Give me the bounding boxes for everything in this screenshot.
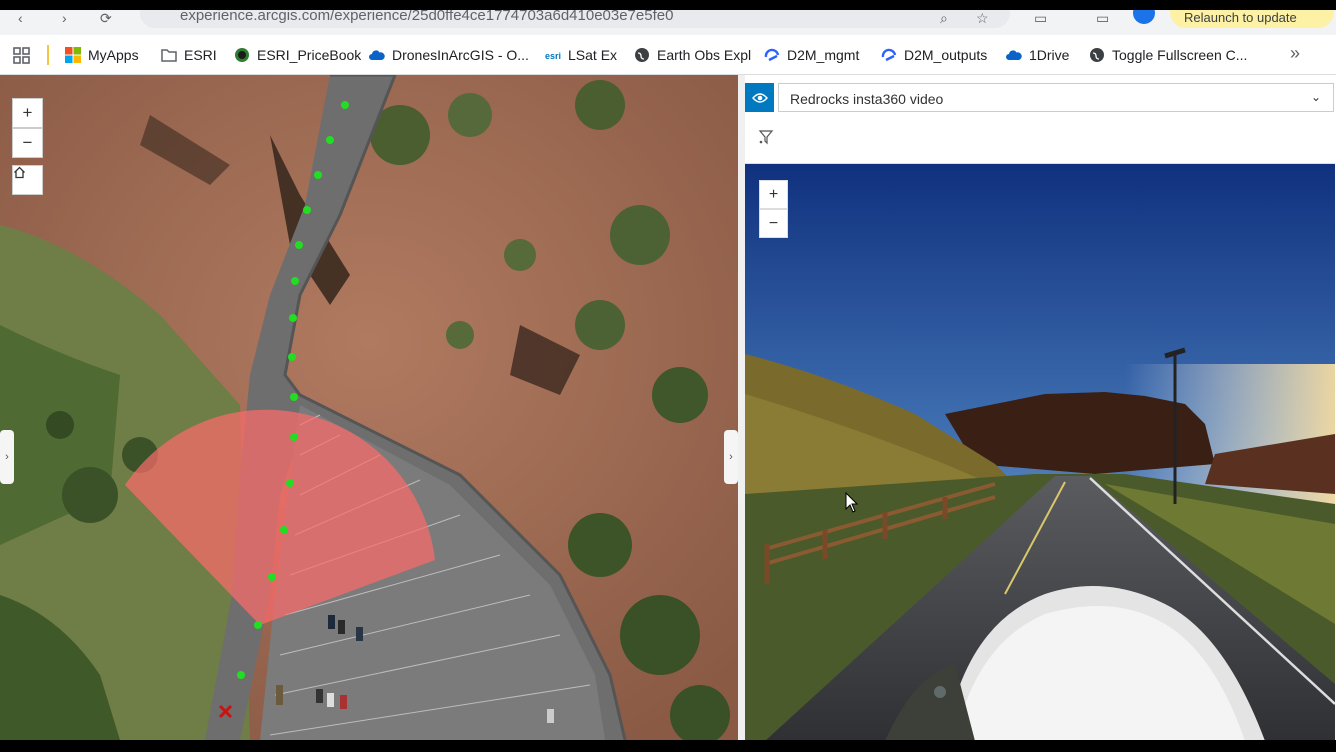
address-bar[interactable]: experience.arcgis.com/experience/25d0ffe…	[140, 10, 1010, 28]
bookmark-myapps[interactable]: MyApps	[65, 35, 139, 75]
visibility-toggle-button[interactable]	[745, 83, 774, 112]
cloud-icon	[1006, 50, 1022, 60]
esri-logo-icon: esri	[545, 51, 561, 61]
video-layer-select[interactable]: Redrocks insta360 video ⌄	[778, 83, 1334, 112]
selected-layer-name: Redrocks insta360 video	[790, 91, 944, 107]
apps-grid-icon[interactable]	[13, 47, 30, 64]
back-icon[interactable]: ‹	[18, 10, 23, 26]
bookmark-esri[interactable]: ESRI	[161, 35, 217, 75]
arcgis-icon	[881, 48, 897, 62]
zoom-in-button[interactable]: +	[12, 98, 43, 128]
expand-right-panel-button[interactable]: ›	[724, 430, 738, 484]
globe-icon	[635, 48, 649, 62]
star-icon[interactable]: ☆	[976, 10, 989, 27]
download-icon[interactable]: ▭	[1096, 10, 1109, 27]
arcgis-icon	[764, 48, 780, 62]
more-bookmarks-icon[interactable]: »	[1290, 43, 1300, 64]
video-player[interactable]: + −	[745, 163, 1335, 740]
panel-divider[interactable]	[738, 75, 745, 740]
expand-left-panel-button[interactable]: ›	[0, 430, 14, 484]
url-text: experience.arcgis.com/experience/25d0ffe…	[180, 10, 674, 24]
reload-icon[interactable]: ⟳	[100, 10, 112, 27]
home-icon	[14, 166, 25, 179]
home-button[interactable]	[12, 165, 43, 195]
bookmark-lsat-ex[interactable]: esri LSat Ex	[545, 35, 617, 75]
zoom-out-button[interactable]: −	[12, 128, 43, 158]
map-view[interactable]: + − › ›	[0, 75, 738, 740]
relaunch-button[interactable]: Relaunch to update	[1170, 10, 1334, 28]
video-panel: Redrocks insta360 video ⌄ + −	[745, 75, 1336, 740]
profile-avatar[interactable]	[1133, 10, 1155, 24]
video-frame	[745, 164, 1335, 740]
relaunch-label: Relaunch to update	[1184, 10, 1297, 25]
microsoft-icon	[65, 47, 81, 63]
extensions-icon[interactable]: ▭	[1034, 10, 1047, 27]
bookmark-separator	[47, 45, 49, 65]
aerial-imagery	[0, 75, 738, 740]
bookmark-d2m-outputs[interactable]: D2M_outputs	[881, 35, 987, 75]
bookmark-d2m-mgmt[interactable]: D2M_mgmt	[764, 35, 859, 75]
globe-icon	[235, 48, 249, 62]
bookmarks-bar: MyApps ESRI ESRI_PriceBook DronesInArcGI…	[0, 35, 1336, 75]
video-zoom-out-button[interactable]: −	[759, 209, 788, 238]
bookmark-esri-pricebook[interactable]: ESRI_PriceBook	[234, 35, 361, 75]
browser-toolbar: ‹ › ⟳ experience.arcgis.com/experience/2…	[0, 10, 1336, 35]
folder-icon	[161, 49, 177, 62]
cloud-icon	[369, 50, 385, 60]
browser-window: ‹ › ⟳ experience.arcgis.com/experience/2…	[0, 10, 1336, 740]
chevron-down-icon: ⌄	[1310, 90, 1321, 104]
bookmark-toggle-fullscreen[interactable]: Toggle Fullscreen C...	[1089, 35, 1247, 75]
video-zoom-in-button[interactable]: +	[759, 180, 788, 209]
eye-icon	[751, 92, 768, 103]
globe-icon	[1090, 48, 1104, 62]
bookmark-1drive[interactable]: 1Drive	[1006, 35, 1069, 75]
bookmark-earth-obs-expl[interactable]: Earth Obs Expl	[634, 35, 751, 75]
search-icon[interactable]: ⌕	[940, 10, 948, 27]
forward-icon[interactable]: ›	[62, 10, 67, 26]
bookmark-drones-in-arcgis[interactable]: DronesInArcGIS - O...	[369, 35, 529, 75]
svg-text:esri: esri	[545, 51, 561, 61]
video-filter-icon[interactable]	[757, 128, 775, 146]
